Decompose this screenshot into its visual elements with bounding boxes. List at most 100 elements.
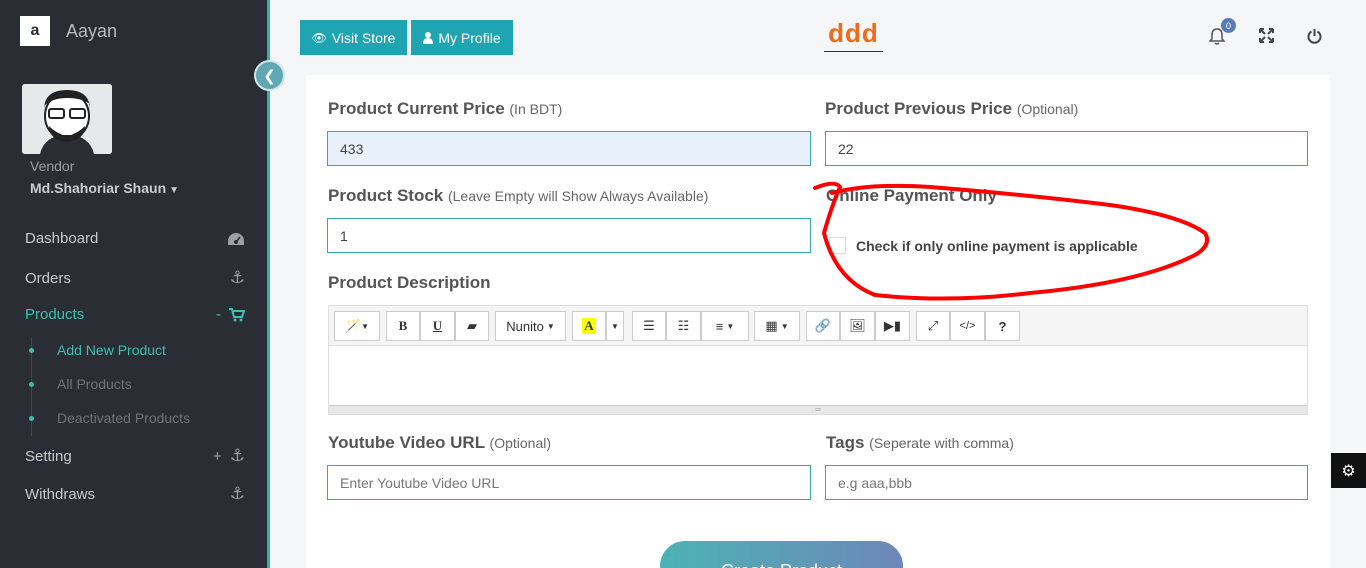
ordered-list-button[interactable]: ☷ <box>666 311 701 341</box>
stock-label: Product Stock (Leave Empty will Show Alw… <box>328 186 708 206</box>
sidebar-collapse-button[interactable]: ❮ <box>254 60 285 91</box>
paragraph-align-button[interactable]: ≡ ▼ <box>701 311 749 341</box>
video-button[interactable]: ▶▮ <box>875 311 910 341</box>
fullscreen-editor-button[interactable]: ⤢ <box>916 311 950 341</box>
youtube-label: Youtube Video URL (Optional) <box>328 433 551 453</box>
bold-button[interactable]: B <box>386 311 420 341</box>
label-text: Product Stock <box>328 186 444 205</box>
gear-icon: ⚙ <box>1341 462 1356 480</box>
anchor-icon: ⚓ <box>229 268 245 287</box>
question-icon: ? <box>998 318 1007 334</box>
font-family-select[interactable]: Nunito ▼ <box>495 311 566 341</box>
caret-down-icon: ▼ <box>780 321 789 331</box>
caret-down-icon: ▼ <box>546 321 555 331</box>
label-text: Youtube Video URL <box>328 433 485 452</box>
notification-count-badge: 0 <box>1221 18 1236 33</box>
label-hint: (In BDT) <box>509 101 563 117</box>
notification-bell[interactable] <box>1208 28 1226 50</box>
font-family-value: Nunito <box>506 318 544 334</box>
submenu-item-deactivated-products[interactable]: Deactivated Products <box>57 410 190 426</box>
underline-icon: U <box>432 318 443 333</box>
align-left-icon: ≡ <box>715 318 724 334</box>
magic-wand-icon: 🪄 <box>344 318 362 333</box>
table-button[interactable]: ▦ ▼ <box>754 311 800 341</box>
power-icon <box>1307 29 1322 44</box>
submenu-dot <box>29 348 34 353</box>
label-text: Product Current Price <box>328 99 505 118</box>
brand-logo: a <box>20 16 50 46</box>
description-editor: 🪄 ▼ B U ▰ Nunito ▼ A ▼ ☰ ☷ ≡ ▼ ▦ ▼ 🔗 🖼 ▶▮ ⤢ … <box>328 305 1308 415</box>
sidebar-item-label: Dashboard <box>25 230 99 247</box>
fullscreen-button[interactable] <box>1259 28 1274 48</box>
clear-format-button[interactable]: ▰ <box>455 311 489 341</box>
text-color-dropdown[interactable]: ▼ <box>606 311 624 341</box>
sidebar-item-label: Orders <box>25 269 71 287</box>
submenu-item-add-new-product[interactable]: Add New Product <box>57 342 166 358</box>
caret-down-icon: ▼ <box>611 321 619 331</box>
create-product-button[interactable]: Create Product <box>660 541 903 568</box>
sidebar-item-withdraws[interactable]: Withdraws ⚓ <box>25 484 245 504</box>
anchor-icon: ⚓ <box>229 446 245 465</box>
tags-input[interactable]: e.g aaa,bbb <box>825 465 1308 500</box>
link-icon: 🔗 <box>814 318 832 333</box>
sidebar-item-setting[interactable]: Setting + ⚓ <box>25 446 245 466</box>
link-button[interactable]: 🔗 <box>806 311 840 341</box>
caret-down-icon: ▼ <box>726 321 735 331</box>
logout-button[interactable] <box>1307 28 1322 49</box>
previous-price-input[interactable]: 22 <box>825 131 1308 166</box>
sidebar-item-dashboard[interactable]: Dashboard <box>25 230 245 247</box>
expand-icon <box>1259 28 1274 43</box>
submenu-dot <box>29 382 34 387</box>
user-role: Vendor <box>30 158 75 174</box>
cart-icon <box>229 307 245 321</box>
sidebar-item-label: Withdraws <box>25 485 96 503</box>
image-icon: 🖼 <box>849 318 866 333</box>
code-view-button[interactable]: </> <box>950 311 985 341</box>
tags-label: Tags (Seperate with comma) <box>826 433 1014 453</box>
table-icon: ▦ <box>765 318 778 333</box>
style-button[interactable]: 🪄 ▼ <box>334 311 380 341</box>
submenu-dot <box>29 416 34 421</box>
arrows-alt-icon: ⤢ <box>927 318 939 333</box>
sidebar-item-label: Products <box>25 306 85 323</box>
youtube-url-input[interactable]: Enter Youtube Video URL <box>327 465 811 500</box>
online-payment-checkbox-label[interactable]: Check if only online payment is applicab… <box>856 238 1138 254</box>
previous-price-label: Product Previous Price (Optional) <box>825 99 1078 119</box>
expand-toggle: + <box>212 447 222 465</box>
anchor-icon: ⚓ <box>229 484 245 503</box>
sidebar-item-orders[interactable]: Orders ⚓ <box>25 268 245 288</box>
sidebar-item-products[interactable]: Products - <box>25 306 245 323</box>
underline-button[interactable]: U <box>420 311 455 341</box>
picture-button[interactable]: 🖼 <box>840 311 875 341</box>
editor-toolbar: 🪄 ▼ B U ▰ Nunito ▼ A ▼ ☰ ☷ ≡ ▼ ▦ ▼ 🔗 🖼 ▶▮ ⤢ … <box>329 306 1307 346</box>
avatar <box>22 84 112 154</box>
text-color-button[interactable]: A <box>572 311 606 341</box>
visit-store-button[interactable]: 👁 Visit Store <box>300 20 407 55</box>
online-payment-checkbox[interactable] <box>829 237 846 254</box>
brand[interactable]: a Aayan <box>20 16 117 46</box>
editor-resize-handle[interactable]: ═ <box>329 405 1307 414</box>
video-icon: ▶▮ <box>883 318 902 333</box>
my-profile-label: My Profile <box>438 29 501 46</box>
visit-store-label: Visit Store <box>331 29 396 46</box>
list-ul-icon: ☰ <box>643 318 655 333</box>
current-price-label: Product Current Price (In BDT) <box>328 99 562 119</box>
sidebar: a Aayan Vendor Md.Shahoriar Shaun ▼ Dashb… <box>0 0 270 568</box>
store-logo[interactable]: ddd <box>824 18 883 52</box>
tachometer-icon <box>228 232 244 245</box>
chevron-left-icon: ❮ <box>263 67 276 85</box>
unordered-list-button[interactable]: ☰ <box>632 311 666 341</box>
collapse-toggle: - <box>216 306 221 323</box>
label-text: Product Previous Price <box>825 99 1013 118</box>
current-price-input[interactable]: 433 <box>327 131 811 166</box>
stock-input[interactable]: 1 <box>327 218 811 253</box>
help-button[interactable]: ? <box>985 311 1020 341</box>
caret-down-icon: ▼ <box>169 185 180 196</box>
font-color-icon: A <box>582 318 596 334</box>
settings-float-button[interactable]: ⚙ <box>1331 453 1366 488</box>
my-profile-button[interactable]: My Profile <box>411 20 513 55</box>
user-name-dropdown[interactable]: Md.Shahoriar Shaun ▼ <box>30 180 179 196</box>
submenu-item-all-products[interactable]: All Products <box>57 376 132 392</box>
description-label: Product Description <box>328 273 491 292</box>
online-payment-label: Online Payment Only <box>826 186 997 205</box>
